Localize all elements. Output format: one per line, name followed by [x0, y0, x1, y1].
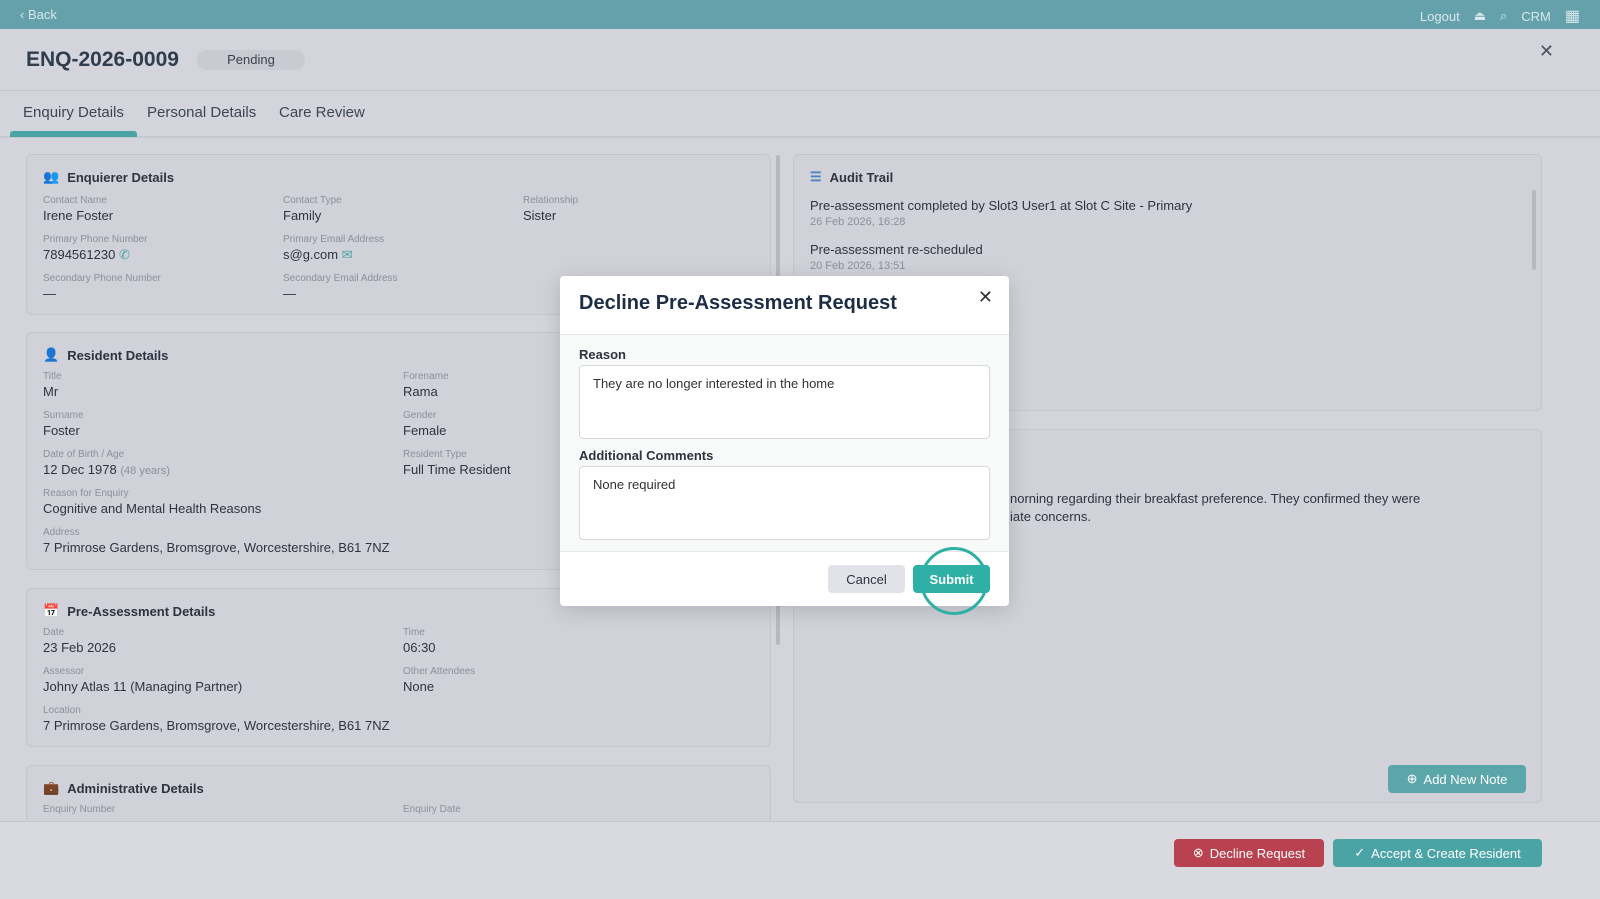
age-value: (48 years)	[120, 465, 170, 477]
field-label: Primary Email Address	[283, 234, 385, 245]
page-title: ENQ-2026-0009	[26, 48, 179, 71]
field-value: 06:30	[403, 640, 436, 655]
x-circle-icon: ⊗	[1192, 845, 1204, 860]
field-label: Reason for Enquiry	[43, 488, 129, 499]
page-header: ENQ-2026-0009 Pending ✕	[0, 29, 1600, 91]
field-label: Title	[43, 371, 62, 382]
field-value: None	[403, 679, 435, 694]
field-value: —	[283, 286, 296, 301]
field-value: Sister	[523, 208, 557, 223]
field-value: 7 Primrose Gardens, Bromsgrove, Worceste…	[43, 540, 390, 555]
crm-link[interactable]: CRM	[1521, 9, 1551, 24]
decline-request-button[interactable]: ⊗ Decline Request	[1174, 839, 1324, 867]
tab-personal-details[interactable]: Personal Details	[147, 104, 256, 121]
audit-text: Pre-assessment re-scheduled	[810, 242, 983, 257]
tab-care-review[interactable]: Care Review	[279, 104, 365, 121]
top-bar: ‹ Back Logout ⏏ ⌕ CRM ▦	[0, 0, 1600, 29]
modal-title: Decline Pre-Assessment Request	[579, 292, 897, 314]
calendar-icon: 📅	[43, 603, 60, 618]
add-note-label: Add New Note	[1423, 771, 1508, 787]
phone-value: 7894561230	[43, 247, 116, 262]
card-title: Pre-Assessment Details	[67, 603, 216, 619]
card-title: Administrative Details	[67, 780, 204, 796]
field-label: Secondary Email Address	[283, 273, 398, 284]
close-icon[interactable]: ✕	[978, 287, 993, 308]
field-value: Full Time Resident	[403, 462, 511, 477]
search-icon[interactable]: ⌕	[1500, 8, 1507, 24]
field-value: Johny Atlas 11 (Managing Partner)	[43, 679, 243, 694]
card-title: Enquierer Details	[67, 169, 175, 185]
audit-scrollbar[interactable]	[1532, 190, 1536, 270]
submit-button[interactable]: Submit	[913, 565, 990, 593]
audit-text: Pre-assessment completed by Slot3 User1 …	[810, 198, 1193, 213]
decline-label: Decline Request	[1209, 845, 1306, 861]
footer-bar: ⊗ Decline Request ✓ Accept & Create Reside…	[0, 821, 1600, 899]
list-icon: ☰	[810, 169, 822, 184]
accept-label: Accept & Create Resident	[1371, 845, 1521, 861]
mail-icon[interactable]: ✉	[342, 247, 353, 263]
field-label: Address	[43, 527, 80, 538]
field-label: Secondary Phone Number	[43, 273, 161, 284]
close-icon[interactable]: ✕	[1539, 41, 1554, 62]
apps-grid-icon[interactable]: ▦	[1565, 6, 1580, 26]
tab-enquiry-details[interactable]: Enquiry Details	[10, 104, 137, 137]
comments-label: Additional Comments	[579, 448, 714, 463]
field-label: Gender	[403, 410, 437, 421]
logout-link[interactable]: Logout	[1420, 9, 1460, 24]
card-title: Resident Details	[67, 347, 169, 363]
reason-label: Reason	[579, 347, 626, 362]
comments-input[interactable]: None required	[579, 466, 990, 540]
field-label: Resident Type	[403, 449, 467, 460]
audit-time: 20 Feb 2026, 13:51	[810, 260, 906, 272]
field-label: Assessor	[43, 666, 85, 677]
decline-modal: Decline Pre-Assessment Request ✕ Reason …	[560, 276, 1009, 615]
plus-circle-icon: ⊕	[1406, 771, 1418, 786]
field-label: Date	[43, 627, 65, 638]
card-title: Audit Trail	[829, 169, 894, 185]
field-value: Rama	[403, 384, 438, 399]
field-value: Mr	[43, 384, 59, 399]
field-label: Surname	[43, 410, 84, 421]
field-label: Contact Name	[43, 195, 107, 206]
person-icon: 👤	[43, 347, 60, 362]
email-value: s@g.com	[283, 247, 339, 262]
field-label: Date of Birth / Age	[43, 449, 125, 460]
field-value: Family	[283, 208, 322, 223]
check-icon: ✓	[1354, 845, 1366, 860]
tab-bar: Enquiry Details Personal Details Care Re…	[0, 91, 1600, 138]
reason-input[interactable]: They are no longer interested in the hom…	[579, 365, 990, 439]
phone-icon[interactable]: ✆	[119, 247, 130, 263]
field-label: Relationship	[523, 195, 579, 206]
field-label: Enquiry Number	[43, 804, 116, 815]
audit-time: 26 Feb 2026, 16:28	[810, 216, 906, 228]
field-label: Enquiry Date	[403, 804, 461, 815]
logout-icon[interactable]: ⏏	[1474, 8, 1486, 24]
field-value: Irene Foster	[43, 208, 114, 223]
back-link[interactable]: ‹ Back	[20, 7, 57, 22]
field-label: Time	[403, 627, 425, 638]
field-value: 12 Dec 1978	[43, 462, 117, 477]
field-value: Foster	[43, 423, 80, 438]
field-value: 7 Primrose Gardens, Bromsgrove, Worceste…	[43, 718, 390, 733]
field-value: Cognitive and Mental Health Reasons	[43, 501, 262, 516]
briefcase-icon: 💼	[43, 780, 60, 795]
preassessment-card: 📅 Pre-Assessment Details Date 23 Feb 2026 …	[26, 588, 771, 747]
field-label: Location	[43, 705, 81, 716]
field-label: Other Attendees	[403, 666, 476, 677]
field-label: Primary Phone Number	[43, 234, 148, 245]
status-badge: Pending	[197, 50, 305, 70]
people-icon: 👥	[43, 169, 60, 184]
field-label: Contact Type	[283, 195, 342, 206]
add-note-button[interactable]: ⊕ Add New Note	[1388, 765, 1526, 793]
field-value: —	[43, 286, 56, 301]
field-value: Female	[403, 423, 447, 438]
cancel-button[interactable]: Cancel	[828, 565, 905, 593]
accept-button[interactable]: ✓ Accept & Create Resident	[1333, 839, 1542, 867]
field-value: 23 Feb 2026	[43, 640, 117, 655]
field-label: Forename	[403, 371, 449, 382]
